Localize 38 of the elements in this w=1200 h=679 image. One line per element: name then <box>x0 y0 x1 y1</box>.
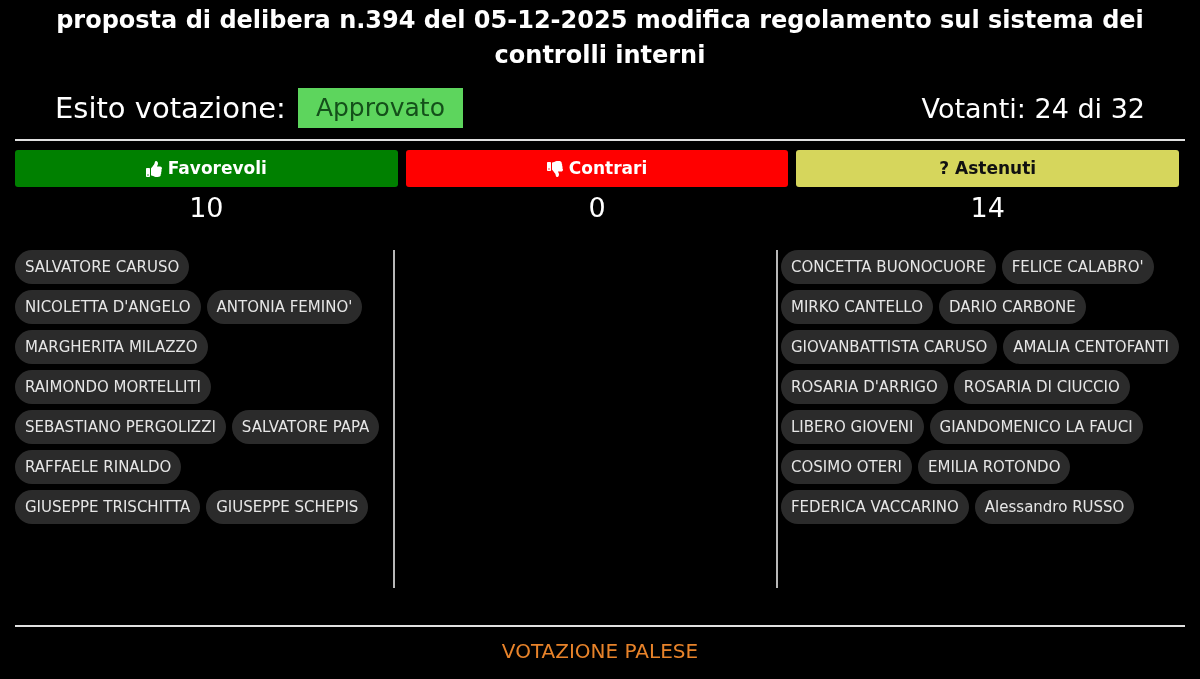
voter-name: RAFFAELE RINALDO <box>15 450 182 484</box>
voter-name: SALVATORE PAPA <box>231 410 380 444</box>
vote-count: 0 <box>588 193 606 221</box>
voter-name: AMALIA CENTOFANTI <box>1003 330 1179 364</box>
vote-category-label: Contrari <box>568 156 648 180</box>
voter-name: FEDERICA VACCARINO <box>781 490 969 524</box>
voter-name: SEBASTIANO PERGOLIZZI <box>15 410 226 444</box>
voter-name: EMILIA ROTONDO <box>918 450 1071 484</box>
voter-name: GIOVANBATTISTA CARUSO <box>781 330 998 364</box>
vote-count: 14 <box>970 193 1005 221</box>
voter-name: GIUSEPPE SCHEPIS <box>206 490 369 524</box>
vote-type-label: VOTAZIONE PALESE <box>501 641 699 661</box>
voter-name: ANTONIA FEMINO' <box>206 290 363 324</box>
voter-name: RAIMONDO MORTELLITI <box>15 370 212 404</box>
voter-name: MIRKO CANTELLO <box>781 290 933 324</box>
vote-category-label: Astenuti <box>955 156 1037 180</box>
voter-name: COSIMO OTERI <box>781 450 913 484</box>
thumbs-up-icon <box>145 160 162 177</box>
voter-name: LIBERO GIOVENI <box>781 410 924 444</box>
voters-count: Votanti: 24 di 32 <box>921 94 1145 122</box>
vote-count: 10 <box>189 193 224 221</box>
question-mark-icon: ? <box>939 160 950 177</box>
voter-name: FELICE CALABRO' <box>1001 250 1154 284</box>
proposal-title: proposta di delibera n.394 del 05-12-2025 modifica regolamento sul sistema dei controlli interni <box>55 5 1145 71</box>
voter-name: GIUSEPPE TRISCHITTA <box>15 490 201 524</box>
voter-name: DARIO CARBONE <box>938 290 1086 324</box>
voter-name: GIANDOMENICO LA FAUCI <box>929 410 1143 444</box>
thumbs-down-icon <box>546 160 563 177</box>
voter-name: SALVATORE CARUSO <box>15 250 190 284</box>
voter-name: MARGHERITA MILAZZO <box>15 330 208 364</box>
voter-name: Alessandro RUSSO <box>974 490 1135 524</box>
voter-name: ROSARIA D'ARRIGO <box>781 370 948 404</box>
result-status-tag: Approvato <box>297 88 463 128</box>
voter-name: NICOLETTA D'ANGELO <box>15 290 201 324</box>
result-label: Esito votazione: <box>55 93 286 123</box>
voter-name: ROSARIA DI CIUCCIO <box>953 370 1130 404</box>
voter-name: CONCETTA BUONOCUORE <box>781 250 996 284</box>
vote-category-label: Favorevoli <box>167 156 267 180</box>
